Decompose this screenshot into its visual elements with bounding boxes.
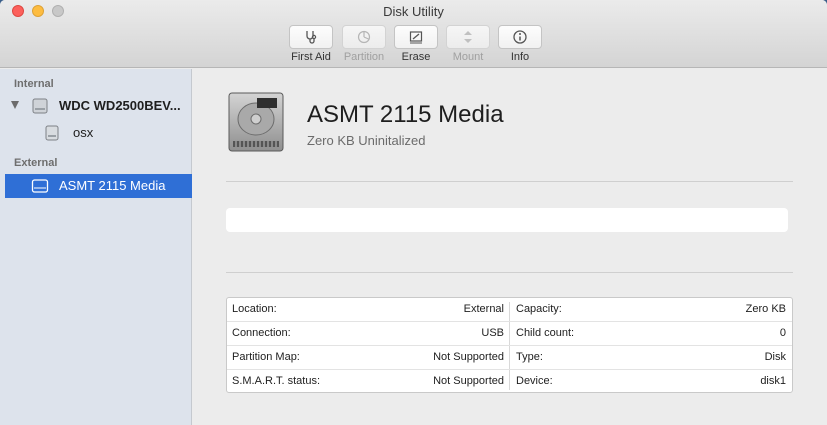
section-header-external: External	[14, 157, 58, 169]
capacity-value: Zero KB	[745, 303, 786, 315]
info-label: Info	[510, 51, 530, 63]
capacity-label: Capacity:	[516, 303, 562, 315]
location-value: External	[463, 303, 504, 315]
section-header-internal: Internal	[14, 78, 54, 90]
type-label: Type:	[516, 351, 543, 363]
info-button[interactable]	[498, 25, 542, 49]
table-row: S.M.A.R.T. status: Not Supported Device:…	[227, 370, 792, 394]
partition-map-label: Partition Map:	[232, 351, 300, 363]
toolbar: Disk Utility First Aid Partition Erase M…	[0, 0, 827, 68]
mount-button[interactable]	[446, 25, 490, 49]
partition-map-value: Not Supported	[433, 351, 504, 363]
volume-title: ASMT 2115 Media	[307, 101, 504, 128]
info-table: Location: External Capacity: Zero KB Con…	[226, 297, 793, 393]
smart-status-label: S.M.A.R.T. status:	[232, 375, 321, 387]
sidebar-item-label: WDC WD2500BEV...	[59, 98, 181, 113]
external-drive-icon	[31, 177, 49, 198]
sidebar-item-label: osx	[73, 125, 94, 140]
divider	[226, 272, 793, 273]
hard-drive-icon	[31, 97, 49, 118]
disk-image-icon	[227, 91, 285, 158]
eraser-icon	[408, 29, 424, 45]
sidebar-item-asmt-2115-media[interactable]: ASMT 2115 Media	[5, 174, 192, 198]
child-count-label: Child count:	[516, 327, 575, 339]
window-title: Disk Utility	[383, 4, 444, 19]
sidebar-item-osx[interactable]: osx	[5, 121, 192, 145]
connection-label: Connection:	[232, 327, 291, 339]
disk-utility-window: Disk Utility First Aid Partition Erase M…	[0, 0, 827, 425]
connection-value: USB	[481, 327, 504, 339]
table-row: Location: External Capacity: Zero KB	[227, 298, 792, 322]
pie-chart-icon	[356, 29, 372, 45]
smart-status-value: Not Supported	[433, 375, 504, 387]
disclosure-triangle-icon[interactable]	[11, 101, 19, 109]
divider	[226, 181, 793, 182]
volume-subtitle: Zero KB Uninitalized	[307, 133, 426, 148]
main-content: ASMT 2115 Media Zero KB Uninitalized Loc…	[193, 69, 827, 425]
erase-label: Erase	[401, 51, 431, 63]
mount-icon	[460, 29, 476, 45]
location-label: Location:	[232, 303, 277, 315]
stethoscope-icon	[303, 29, 319, 45]
table-row: Connection: USB Child count: 0	[227, 322, 792, 346]
first-aid-button[interactable]	[289, 25, 333, 49]
type-value: Disk	[764, 351, 786, 363]
device-value: disk1	[760, 375, 786, 387]
volume-icon	[43, 124, 61, 145]
partition-label: Partition	[343, 51, 385, 63]
device-label: Device:	[516, 375, 553, 387]
sidebar-item-internal-disk[interactable]: WDC WD2500BEV...	[5, 94, 192, 118]
child-count-value: 0	[779, 327, 786, 339]
sidebar-item-label: ASMT 2115 Media	[59, 178, 166, 193]
first-aid-label: First Aid	[291, 51, 331, 63]
partition-button[interactable]	[342, 25, 386, 49]
table-row: Partition Map: Not Supported Type: Disk	[227, 346, 792, 370]
erase-button[interactable]	[394, 25, 438, 49]
mount-label: Mount	[452, 51, 484, 63]
usage-bar	[226, 208, 788, 232]
sidebar: Internal WDC WD2500BEV... osx External A…	[0, 69, 192, 425]
info-icon	[512, 29, 528, 45]
